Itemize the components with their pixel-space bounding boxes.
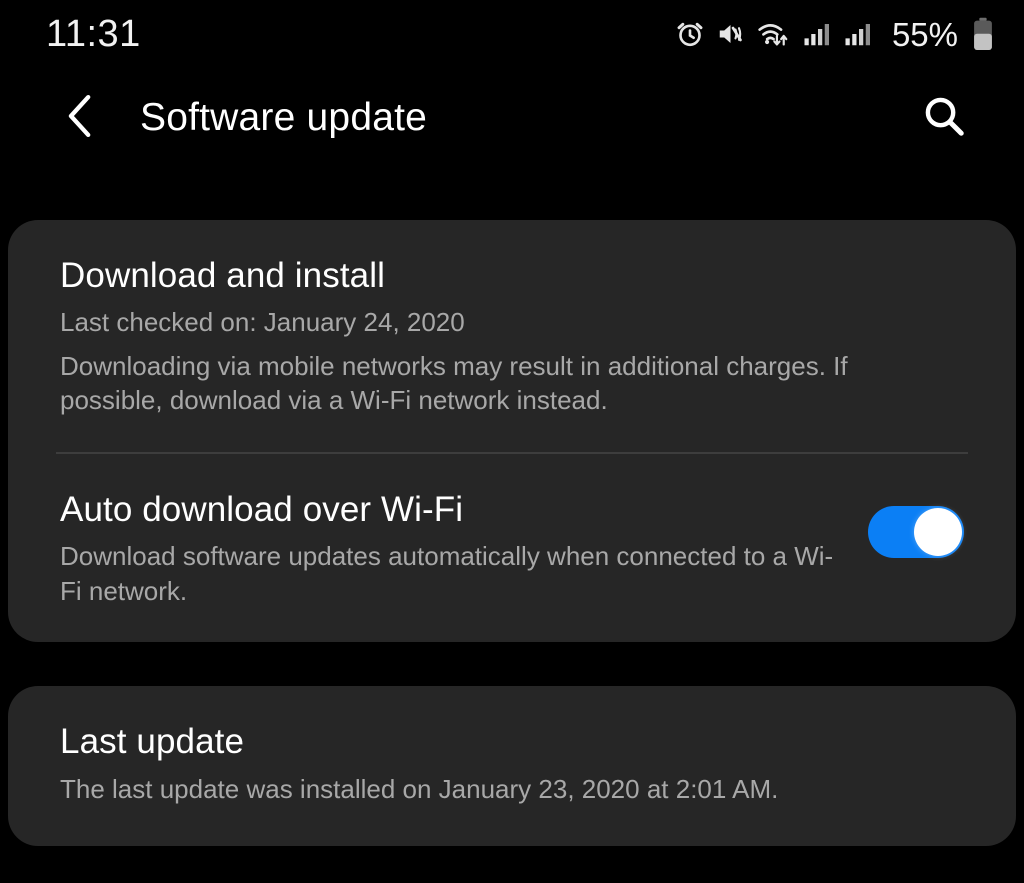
toggle-knob	[914, 507, 962, 556]
wifi-data-transfer-icon	[757, 19, 791, 49]
row-last-update[interactable]: Last update The last update was installe…	[8, 686, 1016, 846]
row-download-and-install[interactable]: Download and install Last checked on: Ja…	[8, 220, 1016, 452]
chevron-left-icon	[63, 93, 97, 144]
auto-download-title: Auto download over Wi-Fi	[60, 489, 464, 529]
download-install-description: Downloading via mobile networks may resu…	[60, 350, 848, 416]
card-last-update: Last update The last update was installe…	[8, 686, 1016, 847]
row-last-update-texts: Last update The last update was installe…	[60, 722, 964, 806]
app-bar: Software update	[0, 68, 1024, 168]
back-button[interactable]	[56, 94, 104, 142]
download-install-last-checked: Last checked on: January 24, 2020	[60, 307, 465, 338]
auto-download-toggle[interactable]	[868, 505, 964, 558]
page-title: Software update	[140, 96, 428, 139]
alarm-icon	[675, 19, 705, 49]
settings-content: Download and install Last checked on: Ja…	[0, 220, 1024, 847]
status-icons-group: 55%	[675, 17, 994, 51]
signal-bars-sim2-icon	[843, 19, 873, 49]
mute-vibrate-icon	[716, 19, 746, 49]
battery-icon	[972, 17, 994, 51]
status-bar: 11:31 55%	[0, 0, 1024, 68]
search-icon	[921, 93, 967, 144]
last-update-description: The last update was installed on January…	[60, 773, 779, 804]
last-update-title: Last update	[60, 722, 245, 762]
auto-download-description: Download software updates automatically …	[60, 541, 834, 606]
battery-percent-label: 55%	[891, 15, 958, 53]
row-download-and-install-texts: Download and install Last checked on: Ja…	[60, 256, 964, 418]
card-download-and-auto-update: Download and install Last checked on: Ja…	[8, 220, 1016, 643]
search-button[interactable]	[916, 90, 972, 146]
row-auto-download-texts: Auto download over Wi-Fi Download softwa…	[60, 490, 842, 608]
row-auto-download-over-wifi[interactable]: Auto download over Wi-Fi Download softwa…	[8, 454, 1016, 642]
status-clock: 11:31	[46, 13, 141, 55]
signal-bars-sim1-icon	[802, 19, 832, 49]
download-install-title: Download and install	[60, 256, 385, 295]
auto-download-toggle-wrap	[868, 490, 964, 558]
